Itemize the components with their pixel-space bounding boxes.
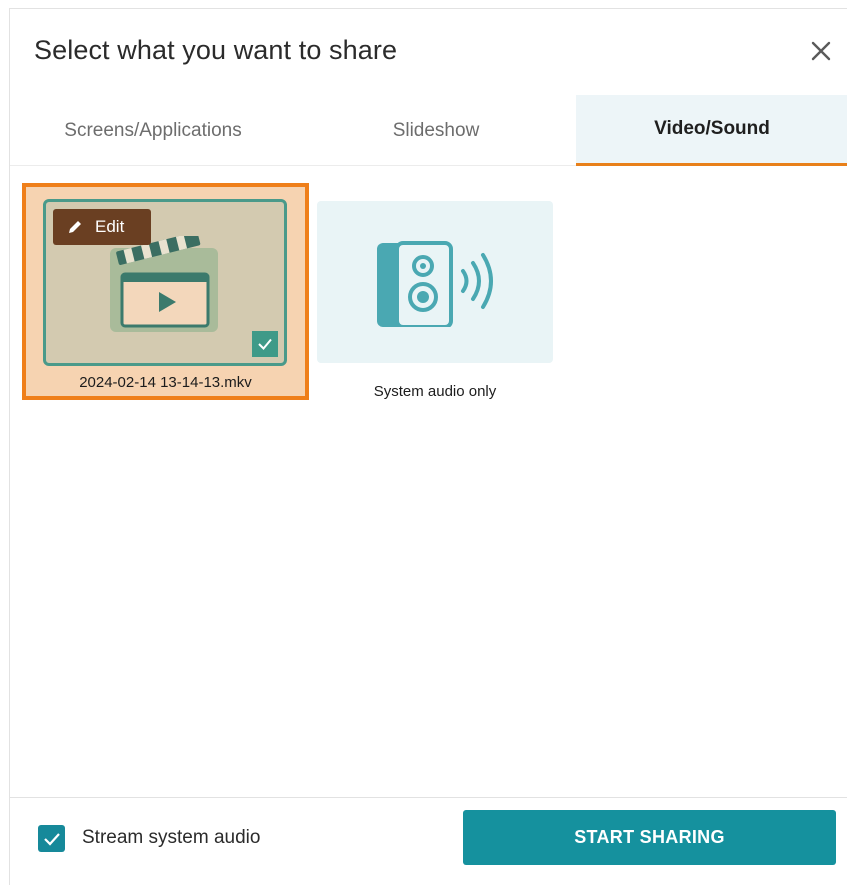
selected-check-icon xyxy=(252,331,278,357)
speaker-sound-icon xyxy=(377,241,493,327)
system-audio-caption: System audio only xyxy=(373,383,497,400)
edit-button-label: Edit xyxy=(95,217,125,236)
clapperboard-play-icon xyxy=(110,236,218,332)
video-file-caption: 2024-02-14 13-14-13.mkv xyxy=(79,374,252,391)
stream-audio-label[interactable]: Stream system audio xyxy=(82,827,260,849)
stream-audio-checkbox[interactable] xyxy=(38,825,65,852)
tab-bar: Screens/Applications Slideshow Video/Sou… xyxy=(10,95,847,166)
system-audio-item[interactable] xyxy=(317,201,553,363)
close-icon[interactable] xyxy=(809,39,833,63)
dialog-footer: Stream system audio START SHARING xyxy=(10,797,847,886)
edit-button[interactable]: Edit xyxy=(53,209,151,245)
pencil-icon xyxy=(69,221,81,233)
tab-video-sound[interactable]: Video/Sound xyxy=(576,95,847,166)
start-sharing-button[interactable]: START SHARING xyxy=(463,810,836,865)
share-content: Edit 2024-02-14 13-14-13.mkv System audi… xyxy=(10,167,847,797)
share-dialog: Select what you want to share Screens/Ap… xyxy=(9,8,847,885)
video-thumbnail: Edit xyxy=(43,199,287,366)
tab-slideshow[interactable]: Slideshow xyxy=(296,95,576,166)
dialog-title: Select what you want to share xyxy=(34,35,398,65)
video-file-item[interactable]: Edit 2024-02-14 13-14-13.mkv xyxy=(22,183,309,400)
tab-screens-applications[interactable]: Screens/Applications xyxy=(10,95,296,166)
checkbox-check-icon xyxy=(43,832,60,846)
dialog-header: Select what you want to share xyxy=(10,9,847,95)
